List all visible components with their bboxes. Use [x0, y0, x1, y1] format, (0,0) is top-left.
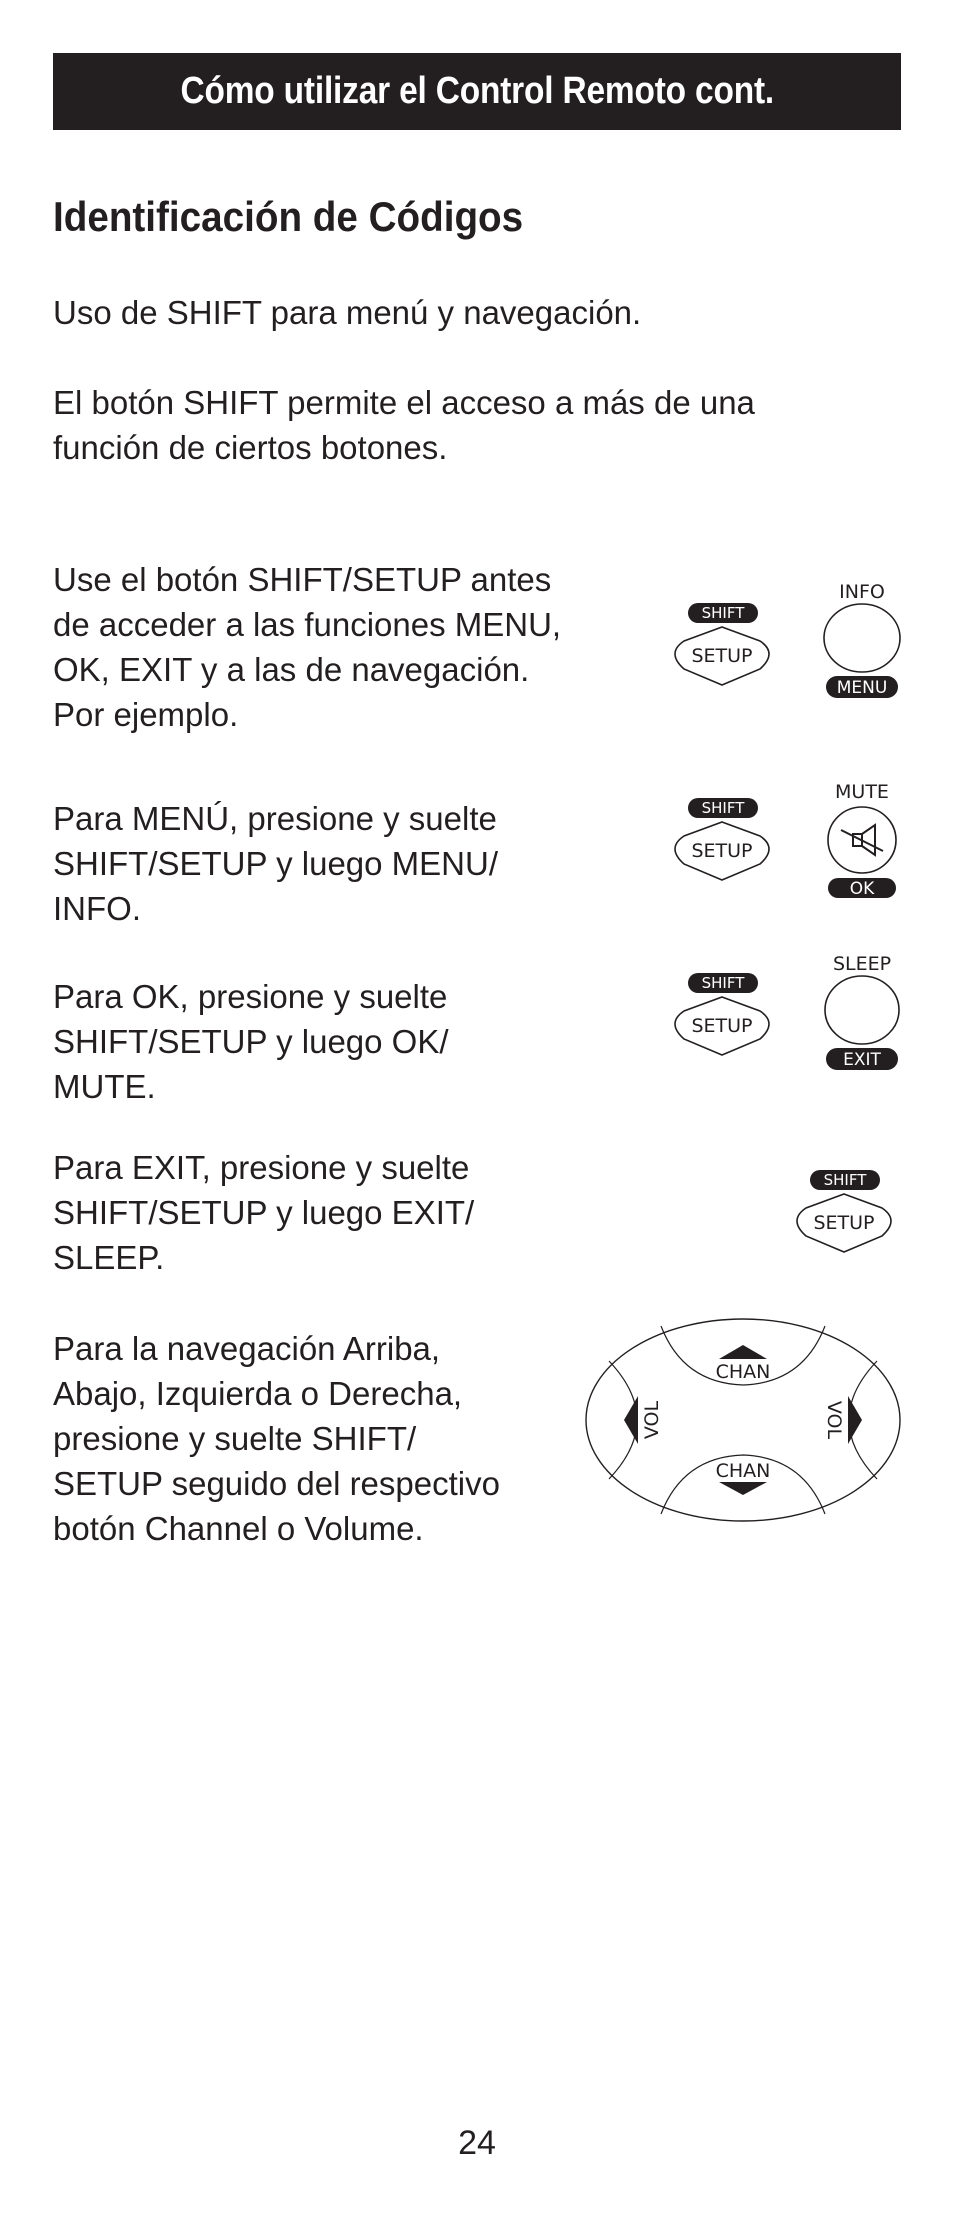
- vol-right-label: VOL: [823, 1401, 845, 1440]
- chan-down-arrow-icon: [719, 1482, 767, 1495]
- page-number: 24: [458, 2124, 496, 2162]
- header-title: Cómo utilizar el Control Remoto cont.: [180, 70, 774, 112]
- step-1-text: Use el botón SHIFT/SETUP antes de accede…: [53, 561, 562, 733]
- info-label: INFO: [839, 581, 885, 603]
- mute-speaker-icon: [840, 823, 884, 857]
- shift-label: SHIFT: [702, 974, 746, 992]
- shift-label: SHIFT: [824, 1171, 868, 1189]
- shift-setup-button-icon: SHIFT SETUP: [674, 603, 770, 686]
- vol-right-arrow-icon: [848, 1396, 862, 1444]
- step-4-text: Para EXIT, presione y suelte SHIFT/SETUP…: [53, 1149, 475, 1276]
- chan-up-label: CHAN: [716, 1361, 771, 1383]
- shift-label: SHIFT: [702, 799, 746, 817]
- intro-paragraph-2: El botón SHIFT permite el acceso a más d…: [53, 384, 755, 466]
- setup-label: SETUP: [813, 1212, 874, 1234]
- exit-label: EXIT: [843, 1050, 881, 1070]
- shift-setup-button-icon: SHIFT SETUP: [674, 798, 770, 881]
- chan-down-label: CHAN: [716, 1460, 771, 1482]
- navigation-dpad-icon: CHAN CHAN VOL VOL: [585, 1318, 901, 1522]
- shift-setup-button-icon: SHIFT SETUP: [674, 973, 770, 1056]
- step-2-text: Para MENÚ, presione y suelte SHIFT/SETUP…: [53, 800, 499, 927]
- step-5-text: Para la navegación Arriba, Abajo, Izquie…: [53, 1330, 500, 1547]
- setup-label: SETUP: [691, 645, 752, 667]
- vol-left-arrow-icon: [624, 1396, 638, 1444]
- shift-setup-button-icon: SHIFT SETUP: [796, 1170, 892, 1253]
- step-3-text: Para OK, presione y suelte SHIFT/SETUP y…: [53, 978, 449, 1105]
- menu-label: MENU: [837, 678, 888, 698]
- intro-paragraph-1: Uso de SHIFT para menú y navegación.: [53, 294, 642, 331]
- setup-label: SETUP: [691, 840, 752, 862]
- mute-label: MUTE: [835, 781, 889, 803]
- section-header-bar: Cómo utilizar el Control Remoto cont.: [53, 53, 901, 130]
- info-menu-button-icon: INFO MENU: [823, 581, 901, 698]
- sleep-exit-button-icon: SLEEP EXIT: [824, 953, 900, 1070]
- chan-up-arrow-icon: [719, 1345, 767, 1359]
- setup-label: SETUP: [691, 1015, 752, 1037]
- ok-label: OK: [850, 879, 875, 899]
- section-heading: Identificación de Códigos: [53, 193, 524, 240]
- shift-label: SHIFT: [702, 604, 746, 622]
- mute-ok-button-icon: MUTE OK: [827, 781, 897, 899]
- vol-left-label: VOL: [641, 1400, 663, 1439]
- sleep-label: SLEEP: [833, 953, 891, 975]
